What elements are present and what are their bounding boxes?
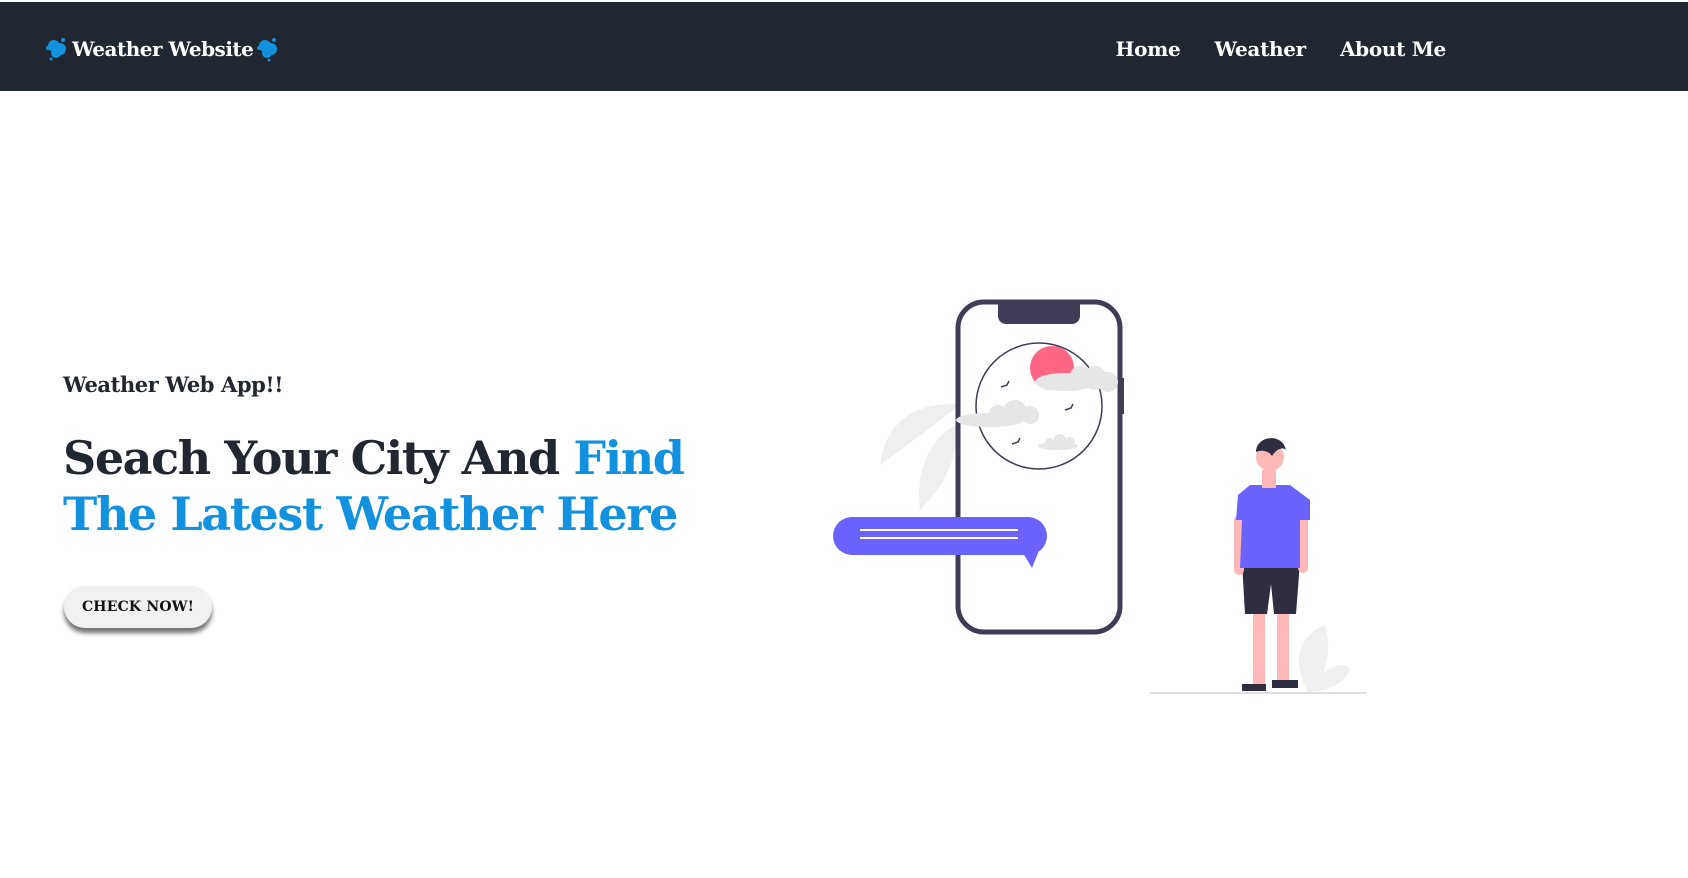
cloud-icon <box>256 36 280 62</box>
nav-link-about-me[interactable]: About Me <box>1340 35 1446 63</box>
navbar: Weather Website Home Weather About Me <box>0 2 1688 91</box>
nav-link-home[interactable]: Home <box>1116 35 1181 63</box>
hero-eyebrow: Weather Web App!! <box>63 372 284 397</box>
palm-leaf-icon <box>880 404 960 510</box>
hero-headline: Seach Your City And Find The Latest Weat… <box>63 430 763 542</box>
check-now-button[interactable]: CHECK NOW! <box>64 586 212 628</box>
weather-phone-illustration <box>833 299 1367 694</box>
nav-links: Home Weather About Me <box>1116 35 1447 63</box>
brand-link[interactable]: Weather Website <box>45 35 280 63</box>
phone-icon <box>955 299 1124 635</box>
person-icon <box>1234 438 1310 691</box>
nav-link-weather[interactable]: Weather <box>1214 35 1306 63</box>
cloud-icon <box>45 36 69 62</box>
plant-icon <box>1298 625 1350 692</box>
headline-plain: Seach Your City And <box>63 431 560 485</box>
brand-label: Weather Website <box>72 37 254 61</box>
